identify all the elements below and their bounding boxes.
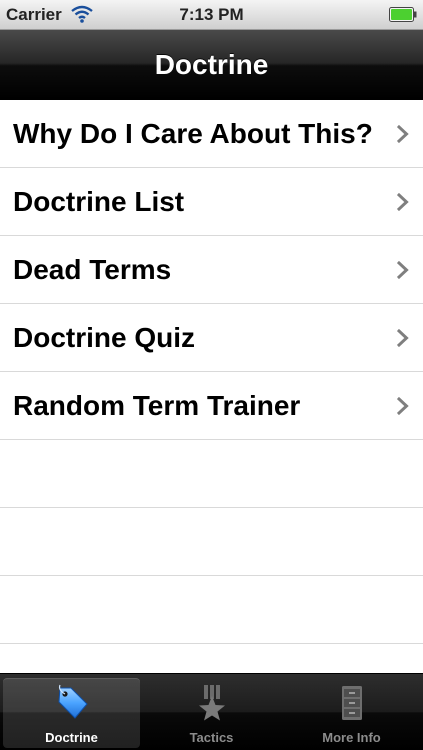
star-icon — [198, 685, 225, 721]
row-label: Doctrine Quiz — [13, 322, 196, 353]
chevron-right-icon — [397, 125, 409, 143]
chevron-right-icon — [397, 397, 409, 415]
row-label: Dead Terms — [13, 254, 172, 285]
table-row[interactable]: Why Do I Care About This? — [0, 100, 423, 168]
chevron-right-icon — [397, 261, 409, 279]
row-label: Random Term Trainer — [13, 390, 301, 421]
battery-icon — [389, 7, 417, 22]
file-cabinet-icon — [341, 686, 362, 720]
app-screen: Carrier 7:13 PM Doctrine Why Do I Care A… — [0, 0, 423, 750]
tab-tactics[interactable]: Tactics — [143, 678, 280, 748]
row-label: Doctrine List — [13, 186, 185, 217]
table-row[interactable]: Dead Terms — [0, 236, 423, 304]
status-bar: Carrier 7:13 PM — [0, 0, 423, 30]
empty-row — [0, 508, 423, 576]
tab-label: Doctrine — [45, 730, 98, 745]
tab-doctrine[interactable]: Doctrine — [3, 678, 140, 748]
tab-more-info[interactable]: More Info — [283, 678, 420, 748]
clock: 7:13 PM — [179, 5, 244, 24]
table-row[interactable]: Random Term Trainer — [0, 372, 423, 440]
table-row[interactable]: Doctrine Quiz — [0, 304, 423, 372]
tab-label: More Info — [322, 730, 381, 745]
row-label: Why Do I Care About This? — [13, 118, 373, 149]
chevron-right-icon — [397, 329, 409, 347]
navigation-bar: Doctrine — [0, 30, 423, 100]
page-title: Doctrine — [154, 49, 269, 80]
empty-row — [0, 440, 423, 508]
table-row[interactable]: Doctrine List — [0, 168, 423, 236]
empty-row — [0, 576, 423, 644]
table-view[interactable]: Why Do I Care About This? Doctrine List … — [0, 100, 423, 644]
tag-icon — [57, 684, 88, 719]
chevron-right-icon — [397, 193, 409, 211]
tab-label: Tactics — [189, 730, 234, 745]
tab-bar: Doctrine Tactics More Info — [0, 673, 423, 750]
